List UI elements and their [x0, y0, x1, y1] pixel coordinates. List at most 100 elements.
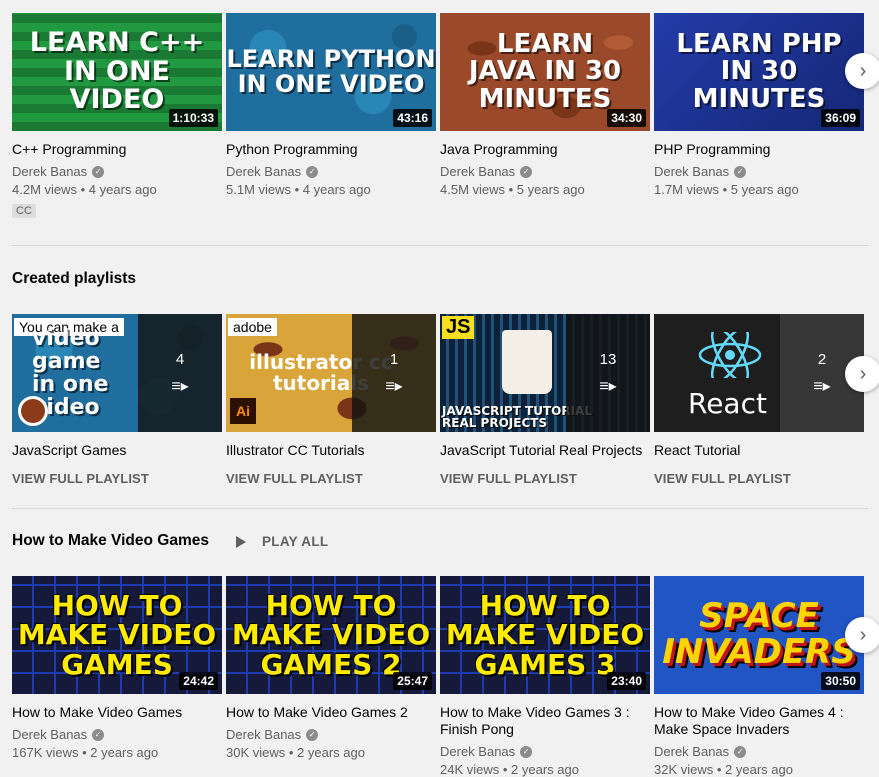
playlist-icon: ≡▸	[385, 377, 403, 395]
playlist-thumbnail[interactable]: adobe illustrator cc tutorials Ai 1 ≡▸	[226, 314, 436, 432]
section-title[interactable]: Created playlists	[12, 270, 136, 288]
channel-link[interactable]: Derek Banas	[226, 163, 301, 181]
view-full-playlist-link[interactable]: VIEW FULL PLAYLIST	[226, 471, 436, 486]
section-divider	[12, 245, 868, 246]
verified-check-icon: ✓	[734, 166, 747, 178]
view-full-playlist-link[interactable]: VIEW FULL PLAYLIST	[12, 471, 222, 486]
channel-link[interactable]: Derek Banas	[440, 743, 515, 761]
playlist-card[interactable]: adobe illustrator cc tutorials Ai 1 ≡▸ I…	[226, 314, 436, 486]
channel-link[interactable]: Derek Banas	[226, 726, 301, 744]
channel-link[interactable]: Derek Banas	[654, 743, 729, 761]
video-card[interactable]: LEARN PHP IN 30 MINUTES 36:09 PHP Progra…	[654, 13, 864, 199]
illustrator-logo-icon: Ai	[230, 398, 256, 424]
duration-badge: 34:30	[607, 109, 646, 127]
channel-name[interactable]: Derek Banas ✓	[654, 163, 864, 181]
channel-name[interactable]: Derek Banas ✓	[440, 163, 650, 181]
video-meta: 24K views • 2 years ago	[440, 762, 579, 777]
duration-badge: 25:47	[393, 672, 432, 690]
playlist-overlay: 1 ≡▸	[352, 314, 436, 432]
playlist-thumbnail[interactable]: You can make a video game in one video 4…	[12, 314, 222, 432]
duration-badge: 30:50	[821, 672, 860, 690]
channel-link[interactable]: Derek Banas	[12, 726, 87, 744]
video-thumbnail[interactable]: LEARN PHP IN 30 MINUTES 36:09	[654, 13, 864, 131]
playlist-card[interactable]: You can make a video game in one video 4…	[12, 314, 222, 486]
next-arrow-button[interactable]: ›	[845, 356, 879, 392]
video-title[interactable]: Java Programming	[440, 141, 650, 158]
playlist-icon: ≡▸	[171, 377, 189, 395]
channel-name[interactable]: Derek Banas ✓	[654, 743, 864, 761]
playlist-thumbnail[interactable]: React 2 ≡▸	[654, 314, 864, 432]
playlist-title[interactable]: JavaScript Tutorial Real Projects	[440, 442, 650, 459]
playlist-count: 1	[389, 350, 399, 368]
verified-check-icon: ✓	[306, 166, 319, 178]
video-card[interactable]: HOW TO MAKE VIDEO GAMES 24:42 How to Mak…	[12, 576, 222, 762]
video-title[interactable]: How to Make Video Games 2	[226, 704, 436, 721]
playlist-title[interactable]: React Tutorial	[654, 442, 864, 459]
video-card[interactable]: SPACE INVADERS 30:50 How to Make Video G…	[654, 576, 864, 777]
video-thumbnail[interactable]: HOW TO MAKE VIDEO GAMES 2 25:47	[226, 576, 436, 694]
next-arrow-button[interactable]: ›	[845, 53, 879, 89]
video-card[interactable]: LEARN JAVA IN 30 MINUTES 34:30 Java Prog…	[440, 13, 650, 199]
section-divider	[12, 508, 868, 509]
duration-badge: 24:42	[179, 672, 218, 690]
video-title[interactable]: PHP Programming	[654, 141, 864, 158]
video-meta: 4.2M views • 4 years ago	[12, 182, 157, 197]
playlist-count: 2	[817, 350, 827, 368]
view-full-playlist-link[interactable]: VIEW FULL PLAYLIST	[654, 471, 864, 486]
video-title[interactable]: Python Programming	[226, 141, 436, 158]
playlist-card[interactable]: React 2 ≡▸ React Tutorial VIEW FULL PLAY…	[654, 314, 864, 486]
video-title[interactable]: How to Make Video Games	[12, 704, 222, 721]
video-title[interactable]: How to Make Video Games 4 : Make Space I…	[654, 704, 864, 738]
playlist-icon: ≡▸	[599, 377, 617, 395]
video-meta: 1.7M views • 5 years ago	[654, 182, 799, 197]
playlist-count: 13	[599, 350, 617, 368]
playlist-overlay: 4 ≡▸	[138, 314, 222, 432]
video-card[interactable]: LEARN C++ IN ONE VIDEO 1:10:33 C++ Progr…	[12, 13, 222, 219]
verified-check-icon: ✓	[520, 166, 533, 178]
video-thumbnail[interactable]: LEARN C++ IN ONE VIDEO 1:10:33	[12, 13, 222, 131]
video-thumbnail[interactable]: HOW TO MAKE VIDEO GAMES 24:42	[12, 576, 222, 694]
cc-badge: CC	[12, 204, 36, 218]
channel-link[interactable]: Derek Banas	[654, 163, 729, 181]
channel-name[interactable]: Derek Banas ✓	[226, 163, 436, 181]
play-icon	[236, 535, 246, 548]
verified-check-icon: ✓	[92, 166, 105, 178]
video-meta: 167K views • 2 years ago	[12, 745, 159, 760]
verified-check-icon: ✓	[92, 729, 105, 741]
channel-link[interactable]: Derek Banas	[440, 163, 515, 181]
playlist-thumbnail[interactable]: JS JAVASCRIPT TUTORIAL REAL PROJECTS 13 …	[440, 314, 650, 432]
video-thumbnail[interactable]: HOW TO MAKE VIDEO GAMES 3 23:40	[440, 576, 650, 694]
video-meta: 32K views • 2 years ago	[654, 762, 793, 777]
channel-name[interactable]: Derek Banas ✓	[440, 743, 650, 761]
video-card[interactable]: HOW TO MAKE VIDEO GAMES 2 25:47 How to M…	[226, 576, 436, 762]
verified-check-icon: ✓	[734, 746, 747, 758]
playlist-title[interactable]: JavaScript Games	[12, 442, 222, 459]
chevron-right-icon: ›	[859, 60, 867, 82]
playlist-title[interactable]: Illustrator CC Tutorials	[226, 442, 436, 459]
video-meta: 30K views • 2 years ago	[226, 745, 365, 760]
video-thumbnail[interactable]: SPACE INVADERS 30:50	[654, 576, 864, 694]
play-all-button[interactable]: PLAY ALL	[236, 534, 328, 549]
video-title[interactable]: C++ Programming	[12, 141, 222, 158]
video-thumbnail[interactable]: LEARN JAVA IN 30 MINUTES 34:30	[440, 13, 650, 131]
view-full-playlist-link[interactable]: VIEW FULL PLAYLIST	[440, 471, 650, 486]
chevron-right-icon: ›	[859, 624, 867, 646]
section-title[interactable]: How to Make Video Games	[12, 532, 209, 550]
video-card[interactable]: HOW TO MAKE VIDEO GAMES 3 23:40 How to M…	[440, 576, 650, 777]
duration-badge: 43:16	[393, 109, 432, 127]
video-card[interactable]: LEARN PYTHON IN ONE VIDEO 43:16 Python P…	[226, 13, 436, 199]
video-meta: 5.1M views • 4 years ago	[226, 182, 371, 197]
playlist-icon: ≡▸	[813, 377, 831, 395]
channel-name[interactable]: Derek Banas ✓	[226, 726, 436, 744]
channel-name[interactable]: Derek Banas ✓	[12, 726, 222, 744]
video-thumbnail[interactable]: LEARN PYTHON IN ONE VIDEO 43:16	[226, 13, 436, 131]
playlist-card[interactable]: JS JAVASCRIPT TUTORIAL REAL PROJECTS 13 …	[440, 314, 650, 486]
video-title[interactable]: How to Make Video Games 3 : Finish Pong	[440, 704, 650, 738]
channel-name[interactable]: Derek Banas ✓	[12, 163, 222, 181]
duration-badge: 23:40	[607, 672, 646, 690]
video-meta: 4.5M views • 5 years ago	[440, 182, 585, 197]
verified-check-icon: ✓	[306, 729, 319, 741]
playlist-count: 4	[175, 350, 185, 368]
channel-link[interactable]: Derek Banas	[12, 163, 87, 181]
next-arrow-button[interactable]: ›	[845, 617, 879, 653]
